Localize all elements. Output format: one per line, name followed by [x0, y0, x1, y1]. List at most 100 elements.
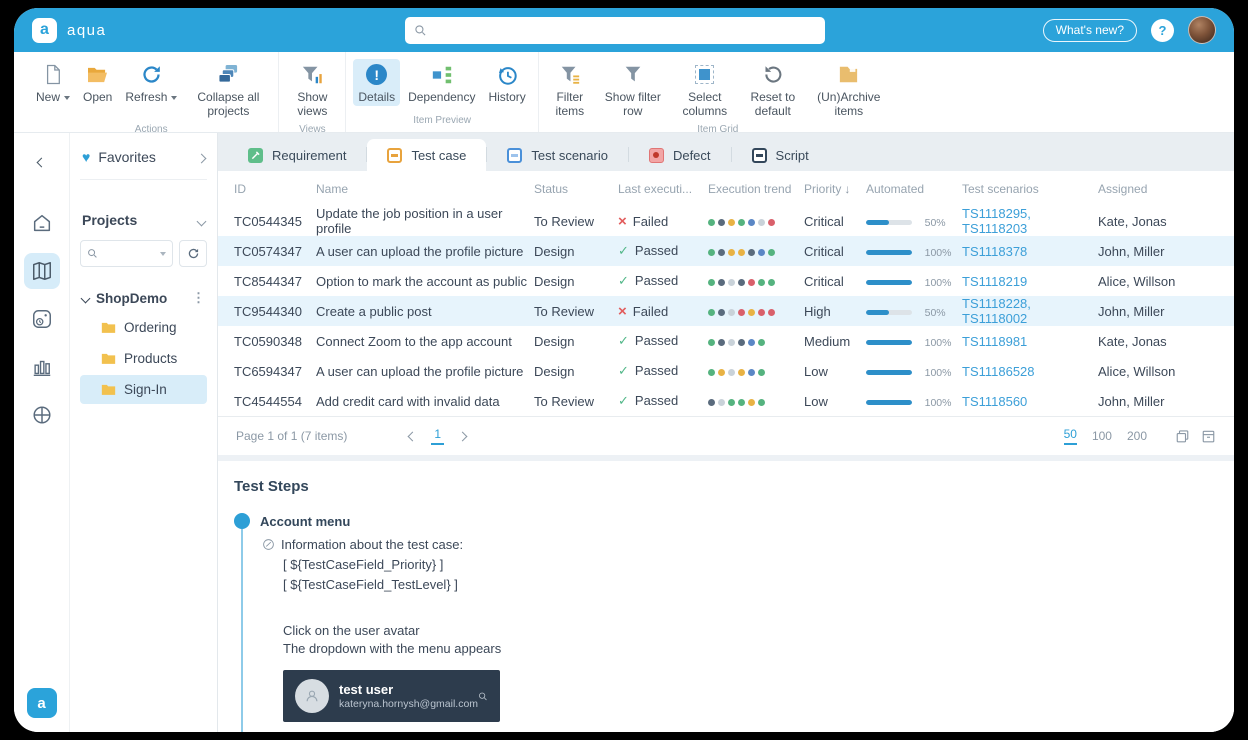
show-filter-row-button[interactable]: Show filter row — [597, 59, 669, 121]
cell-test-scenarios[interactable]: TS1118560 — [962, 394, 1098, 409]
col-header-last-execution[interactable]: Last executi... — [618, 182, 708, 196]
projects-header[interactable]: Projects — [80, 212, 207, 228]
col-header-assigned[interactable]: Assigned — [1098, 182, 1218, 196]
table-row[interactable]: TC6594347 A user can upload the profile … — [218, 356, 1234, 386]
refresh-button[interactable]: Refresh — [120, 59, 182, 106]
table-row[interactable]: TC0574347 A user can upload the profile … — [218, 236, 1234, 266]
step-instruction-line: Click on the user avatar — [283, 623, 1234, 638]
col-header-status[interactable]: Status — [534, 182, 618, 196]
help-glyph: ? — [1159, 23, 1167, 38]
search-icon — [478, 687, 488, 706]
archive-box-icon[interactable] — [1201, 429, 1216, 444]
dropdown-caret-icon[interactable] — [160, 252, 166, 256]
test-step[interactable]: Account menu — [234, 513, 1234, 529]
new-label: New — [36, 90, 70, 104]
trend-dot — [728, 399, 735, 406]
cell-test-scenarios[interactable]: TS11186528 — [962, 364, 1098, 379]
tab-test-case[interactable]: Test case — [367, 139, 486, 171]
nav-grid[interactable] — [24, 397, 60, 433]
tree-node-ordering[interactable]: Ordering — [80, 313, 207, 342]
table-row[interactable]: TC9544340 Create a public post To Review… — [218, 296, 1234, 326]
chevron-right-icon[interactable] — [198, 150, 205, 165]
help-button[interactable]: ? — [1151, 19, 1174, 42]
history-button[interactable]: History — [483, 59, 530, 106]
dependency-label: Dependency — [408, 90, 475, 104]
col-header-test-scenarios[interactable]: Test scenarios — [962, 182, 1098, 196]
step-screenshot[interactable]: test user kateryna.hornysh@gmail.com — [283, 670, 500, 722]
step-body: Information about the test case: [ ${Tes… — [241, 529, 1234, 732]
screenshot-avatar — [295, 679, 329, 713]
select-columns-button[interactable]: Select columns — [672, 59, 738, 121]
col-header-priority[interactable]: Priority↓ — [804, 182, 866, 196]
nav-projects[interactable] — [24, 253, 60, 289]
table-row[interactable]: TC8544347 Option to mark the account as … — [218, 266, 1234, 296]
dependency-button[interactable]: Dependency — [403, 59, 480, 106]
nav-home[interactable] — [24, 205, 60, 241]
cell-execution-trend — [708, 334, 804, 349]
col-header-automated[interactable]: Automated — [866, 182, 962, 196]
page-number[interactable]: 1 — [431, 427, 444, 445]
project-search-input[interactable] — [102, 248, 154, 260]
cell-test-scenarios[interactable]: TS1118228, TS1118002 — [962, 296, 1098, 326]
cell-test-scenarios[interactable]: TS1118981 — [962, 334, 1098, 349]
nav-board[interactable] — [24, 301, 60, 337]
tab-test-scenario[interactable]: Test scenario — [487, 139, 628, 171]
automated-bar — [866, 310, 912, 315]
trend-dots — [708, 334, 768, 349]
tree-node-shopdemo[interactable]: ShopDemo ⋮ — [80, 285, 207, 311]
show-views-button[interactable]: Show views — [286, 59, 338, 121]
cell-test-scenarios[interactable]: TS1118219 — [962, 274, 1098, 289]
prev-page-button[interactable] — [409, 429, 416, 443]
copy-icon[interactable] — [1175, 429, 1190, 444]
filter-items-button[interactable]: Filter items — [546, 59, 594, 121]
collapse-sidebar-button[interactable] — [34, 149, 49, 175]
tree-node-products[interactable]: Products — [80, 344, 207, 373]
table-row[interactable]: TC4544554 Add credit card with invalid d… — [218, 386, 1234, 416]
page-size-50[interactable]: 50 — [1064, 427, 1077, 445]
cell-test-scenarios[interactable]: TS1118378 — [962, 244, 1098, 259]
tab-label: Requirement — [272, 148, 346, 163]
cell-test-scenarios[interactable]: TS1118295, TS1118203 — [962, 206, 1098, 236]
unarchive-items-button[interactable]: (Un)Archive items — [808, 59, 890, 121]
expander-icon[interactable] — [81, 293, 91, 303]
reset-to-default-button[interactable]: Reset to default — [741, 59, 805, 121]
tree-node-sign-in[interactable]: Sign-In — [80, 375, 207, 404]
tab-requirement[interactable]: Requirement — [228, 139, 366, 171]
execution-status-icon: ✓ — [618, 363, 629, 378]
favorites-row[interactable]: ♥ Favorites — [80, 149, 207, 180]
page-size-100[interactable]: 100 — [1092, 429, 1112, 443]
page-size-200[interactable]: 200 — [1127, 429, 1147, 443]
col-header-id[interactable]: ID — [234, 182, 316, 196]
trend-dot — [728, 219, 735, 226]
cell-status: Design — [534, 244, 618, 259]
col-header-execution-trend[interactable]: Execution trend — [708, 182, 804, 196]
trend-dots — [708, 304, 778, 319]
next-page-button[interactable] — [459, 429, 466, 443]
new-button[interactable]: New — [31, 59, 75, 106]
table-row[interactable]: TC0544345 Update the job position in a u… — [218, 206, 1234, 236]
details-button[interactable]: ! Details — [353, 59, 400, 106]
table-row[interactable]: TC0590348 Connect Zoom to the app accoun… — [218, 326, 1234, 356]
open-button[interactable]: Open — [78, 59, 117, 106]
chevron-down-icon[interactable] — [198, 212, 205, 228]
nav-reports[interactable] — [24, 349, 60, 385]
select-columns-icon — [695, 63, 714, 86]
tab-script[interactable]: Script — [732, 139, 829, 171]
home-icon — [31, 212, 53, 234]
refresh-tree-button[interactable] — [179, 240, 207, 267]
collapse-all-projects-button[interactable]: Collapse all projects — [185, 59, 271, 121]
tab-label: Defect — [673, 148, 711, 163]
project-search[interactable] — [80, 240, 173, 267]
global-search-input[interactable] — [433, 24, 816, 38]
user-avatar[interactable] — [1188, 16, 1216, 44]
nav-rail: a — [14, 133, 70, 732]
execution-status-icon: ✓ — [618, 333, 629, 348]
tab-label: Test scenario — [531, 148, 608, 163]
col-header-name[interactable]: Name — [316, 182, 534, 196]
trend-dot — [718, 399, 725, 406]
global-search[interactable] — [405, 17, 825, 44]
kebab-menu-icon[interactable]: ⋮ — [192, 290, 205, 306]
note-icon — [262, 538, 275, 551]
tab-defect[interactable]: Defect — [629, 139, 731, 171]
whats-new-button[interactable]: What's new? — [1043, 19, 1137, 42]
